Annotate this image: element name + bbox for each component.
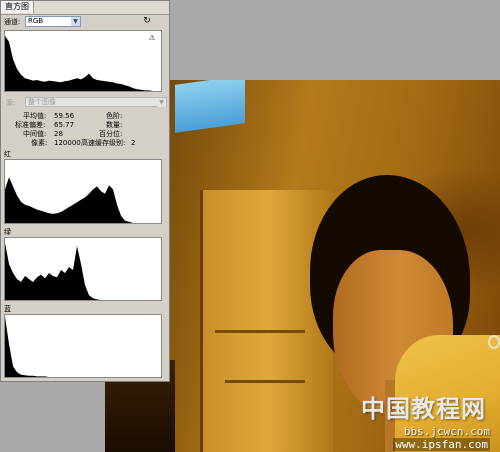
stat-cache-value: 2 xyxy=(131,139,136,147)
source-select-value: 整个图像 xyxy=(28,98,56,106)
histogram-rgb xyxy=(4,30,162,92)
channel-label: 通道: xyxy=(4,18,21,26)
histogram-blue xyxy=(4,314,162,378)
photo-earring xyxy=(488,335,500,349)
stat-stddev-value: 65.77 xyxy=(54,121,75,129)
stat-mean-value: 59.56 xyxy=(54,112,75,120)
stat-median-value: 28 xyxy=(54,130,63,138)
source-select: 整个图像 ▼ xyxy=(25,97,167,107)
channel-green-label: 绿 xyxy=(4,228,11,236)
histogram-green-graph xyxy=(5,243,161,300)
stat-percentile-label: 百分位: xyxy=(99,130,123,138)
h-rgb-area xyxy=(5,35,161,91)
stat-stddev-label: 标准偏差: xyxy=(15,121,46,129)
stat-mean-label: 平均值: xyxy=(23,112,47,120)
stat-median-label: 中间值: xyxy=(23,130,47,138)
chevron-down-icon: ▼ xyxy=(157,98,166,107)
h-green-area xyxy=(5,243,161,300)
histogram-red-graph xyxy=(5,177,161,223)
refresh-icon[interactable]: ↻ xyxy=(142,16,152,26)
stat-cache-label: 高速缓存级别: xyxy=(81,139,126,147)
channel-select-value: RGB xyxy=(28,17,44,25)
channel-select[interactable]: RGB ▼ xyxy=(25,16,81,27)
stat-pixels-label: 像素: xyxy=(31,139,48,147)
h-blue-area xyxy=(5,317,161,377)
histogram-green xyxy=(4,237,162,301)
channel-red-label: 红 xyxy=(4,150,11,158)
histogram-panel: 直方图 通道: RGB ▼ ↻ ⚠ 源: 整个图像 ▼ 平均值: 59.56 色… xyxy=(0,0,170,382)
source-label: 源: xyxy=(6,99,16,107)
watermark-url-1: bbs.jcwcn.com xyxy=(403,425,490,438)
histogram-blue-graph xyxy=(5,317,161,377)
photo-shelf-2 xyxy=(225,380,305,383)
histogram-rgb-graph xyxy=(5,35,161,91)
photo-shelf xyxy=(215,330,305,333)
watermark-url-2: www.ipsfan.com xyxy=(393,438,490,451)
watermark-site-name: 中国教程网 xyxy=(361,394,486,423)
histogram-red xyxy=(4,159,162,224)
cache-warning-icon[interactable]: ⚠ xyxy=(149,34,155,42)
channel-blue-label: 蓝 xyxy=(4,305,11,313)
stat-level-label: 色阶: xyxy=(106,112,123,120)
photo-window xyxy=(175,80,245,133)
stat-pixels-value: 120000 xyxy=(54,139,81,147)
chevron-down-icon[interactable]: ▼ xyxy=(71,17,80,26)
panel-tab-bar: 直方图 xyxy=(1,1,169,15)
h-red-area xyxy=(5,177,161,223)
stat-count-label: 数量: xyxy=(106,121,123,129)
tab-histogram[interactable]: 直方图 xyxy=(1,1,34,13)
photo-door xyxy=(200,190,333,452)
